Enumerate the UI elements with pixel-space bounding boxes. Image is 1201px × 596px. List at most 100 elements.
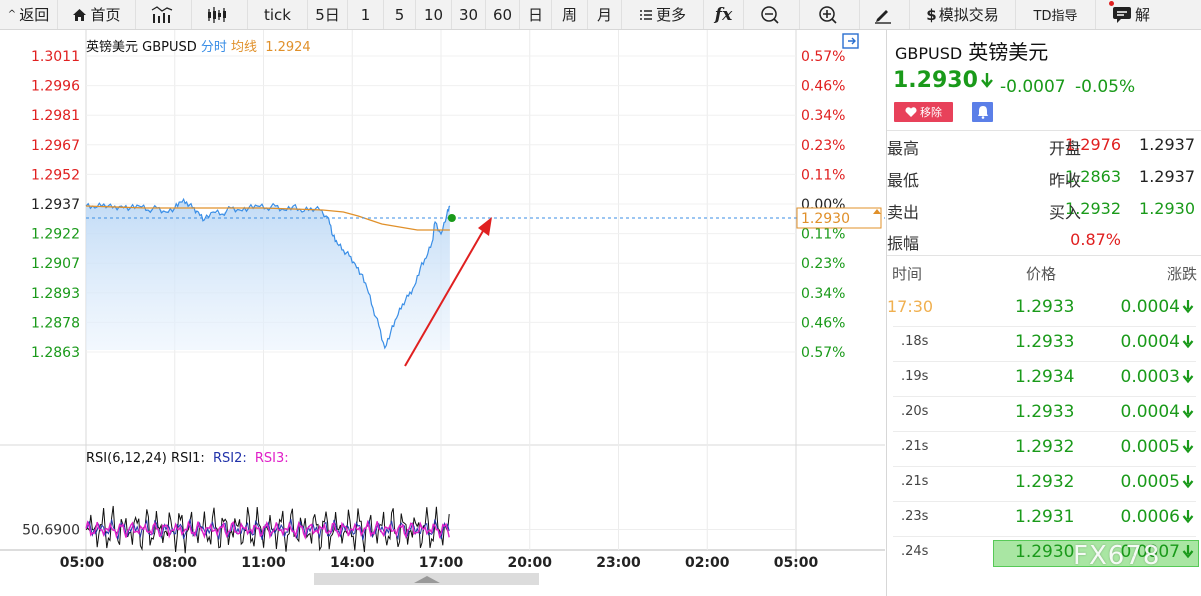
pen-icon	[875, 9, 891, 24]
list-icon	[639, 9, 652, 20]
heart-icon	[905, 107, 917, 117]
zoom-out-button[interactable]	[744, 0, 800, 29]
remove-watchlist-button[interactable]: 移除	[894, 102, 953, 122]
trade-change: 0.0004	[1121, 402, 1194, 422]
down-arrow-icon	[981, 73, 993, 88]
trade-change: 0.0004	[1121, 332, 1194, 352]
trade-row: .19s 1.2934 0.0003	[887, 362, 1201, 397]
avg-label: 均线	[231, 40, 258, 55]
trade-price: 1.2933	[1015, 332, 1075, 352]
y-pct-tick-label: 0.57%	[801, 345, 845, 361]
trades-change-header: 涨跌	[1166, 265, 1197, 283]
trade-change-value: 0.0005	[1120, 437, 1180, 457]
draw-button[interactable]	[860, 0, 910, 29]
ohlc-button[interactable]	[192, 0, 248, 29]
trade-price: 1.2931	[1015, 507, 1075, 527]
x-tick-label: 02:00	[685, 555, 730, 571]
watermark: FX678	[1073, 541, 1161, 571]
5min-button[interactable]: 5	[384, 0, 416, 29]
formula-button[interactable]: fx	[704, 0, 744, 29]
chat-icon	[1113, 6, 1131, 23]
stat-value: 1.2937	[1139, 135, 1195, 154]
trade-row: 17:30 1.2933 0.0004	[887, 292, 1201, 327]
trade-price: 1.2932	[1015, 472, 1075, 492]
y-pct-tick-label: 0.57%	[801, 49, 845, 65]
down-arrow-icon	[1182, 335, 1194, 349]
y-pct-tick-label: 0.23%	[801, 138, 845, 154]
stat-label: 昨收	[1049, 171, 1082, 190]
stat-value: 1.2937	[1139, 167, 1195, 186]
quote-divider	[887, 130, 1201, 131]
current-price-label: 1.2930	[801, 211, 850, 227]
quote-code: GBPUSD	[895, 44, 963, 63]
candlestick-button[interactable]	[136, 0, 192, 29]
td-guide-button[interactable]: TD指导	[1016, 0, 1096, 29]
5day-button[interactable]: 5日	[308, 0, 348, 29]
chart-legend: 英镑美元 GBPUSD 分时 均线 1.2924	[86, 36, 311, 55]
y-tick-label: 1.2893	[31, 286, 80, 302]
candlestick-chart-icon	[151, 5, 173, 23]
rsi-label: RSI(6,12,24)	[86, 451, 167, 466]
quote-change-pct: -0.05%	[1075, 77, 1136, 97]
stat-label: 卖出	[887, 203, 920, 222]
chart-area[interactable]: 1.3011 0.57% 1.2996 0.46% 1.2981 0.34% 1.2967 0…	[0, 30, 885, 596]
y-tick-label: 1.2967	[31, 138, 80, 154]
trade-change-value: 0.0005	[1120, 472, 1180, 492]
back-button[interactable]: ^ 返回	[0, 0, 58, 29]
y-tick-label: 1.2996	[31, 79, 80, 95]
trade-time: .24s	[901, 544, 929, 559]
zoom-in-icon	[819, 5, 837, 24]
trade-change: 0.0005	[1121, 437, 1194, 457]
week-button[interactable]: 周	[552, 0, 588, 29]
x-tick-label: 20:00	[507, 555, 552, 571]
y-tick-label: 1.2922	[31, 227, 80, 243]
rsi-legend: RSI(6,12,24) RSI1: RSI2: RSI3:	[86, 451, 289, 466]
home-icon	[73, 8, 87, 21]
rsi2-label: RSI2:	[212, 451, 247, 466]
y-pct-tick-label: 0.11%	[801, 167, 845, 183]
home-label: 首页	[90, 6, 121, 24]
trade-time: .20s	[901, 404, 929, 419]
sim-trade-button[interactable]: $ 模拟交易	[910, 0, 1016, 29]
stat-label: 买入	[1049, 203, 1082, 222]
10min-button[interactable]: 10	[416, 0, 452, 29]
toolbar: ^ 返回 首页 tick 5日 1 5 10 30 60 日 周 月 更多 fx…	[0, 0, 1201, 30]
y-tick-label: 1.2937	[31, 197, 80, 213]
zoom-in-button[interactable]	[800, 0, 860, 29]
month-button[interactable]: 月	[588, 0, 622, 29]
trade-change: 0.0004	[1121, 297, 1194, 317]
down-arrow-icon	[1182, 440, 1194, 454]
1min-button[interactable]: 1	[348, 0, 384, 29]
down-arrow-icon	[1182, 475, 1194, 489]
chat-label: 解	[1135, 6, 1151, 24]
alert-button[interactable]	[972, 102, 993, 122]
more-label: 更多	[655, 6, 686, 24]
60min-button[interactable]: 60	[486, 0, 520, 29]
trades-time-header: 时间	[892, 265, 923, 283]
x-tick-label: 23:00	[596, 555, 641, 571]
trade-time: .21s	[901, 474, 929, 489]
10min-label: 10	[423, 5, 444, 24]
intraday-chart[interactable]: 1.3011 0.57% 1.2996 0.46% 1.2981 0.34% 1.2967 0…	[0, 30, 885, 596]
sim-trade-label: 模拟交易	[938, 6, 999, 24]
more-button[interactable]: 更多	[622, 0, 704, 29]
y-tick-label: 1.2878	[31, 315, 80, 331]
x-tick-label: 08:00	[152, 555, 197, 571]
back-label: 返回	[19, 6, 50, 24]
y-tick-label: 1.2952	[31, 167, 80, 183]
ohlc-chart-icon	[208, 6, 226, 23]
back-caret-icon: ^	[7, 9, 17, 20]
formula-icon: fx	[714, 4, 733, 25]
stats-divider	[887, 255, 1201, 256]
trade-time: 17:30	[887, 297, 934, 316]
tick-button[interactable]: tick	[248, 0, 308, 29]
last-price-dot	[447, 214, 456, 222]
30min-label: 30	[458, 5, 479, 24]
trade-row: .23s 1.2931 0.0006	[887, 502, 1201, 537]
week-label: 周	[561, 6, 577, 24]
day-button[interactable]: 日	[520, 0, 552, 29]
trade-time: .23s	[901, 509, 929, 524]
home-button[interactable]: 首页	[58, 0, 136, 29]
30min-button[interactable]: 30	[452, 0, 486, 29]
trade-time: .18s	[901, 334, 929, 349]
